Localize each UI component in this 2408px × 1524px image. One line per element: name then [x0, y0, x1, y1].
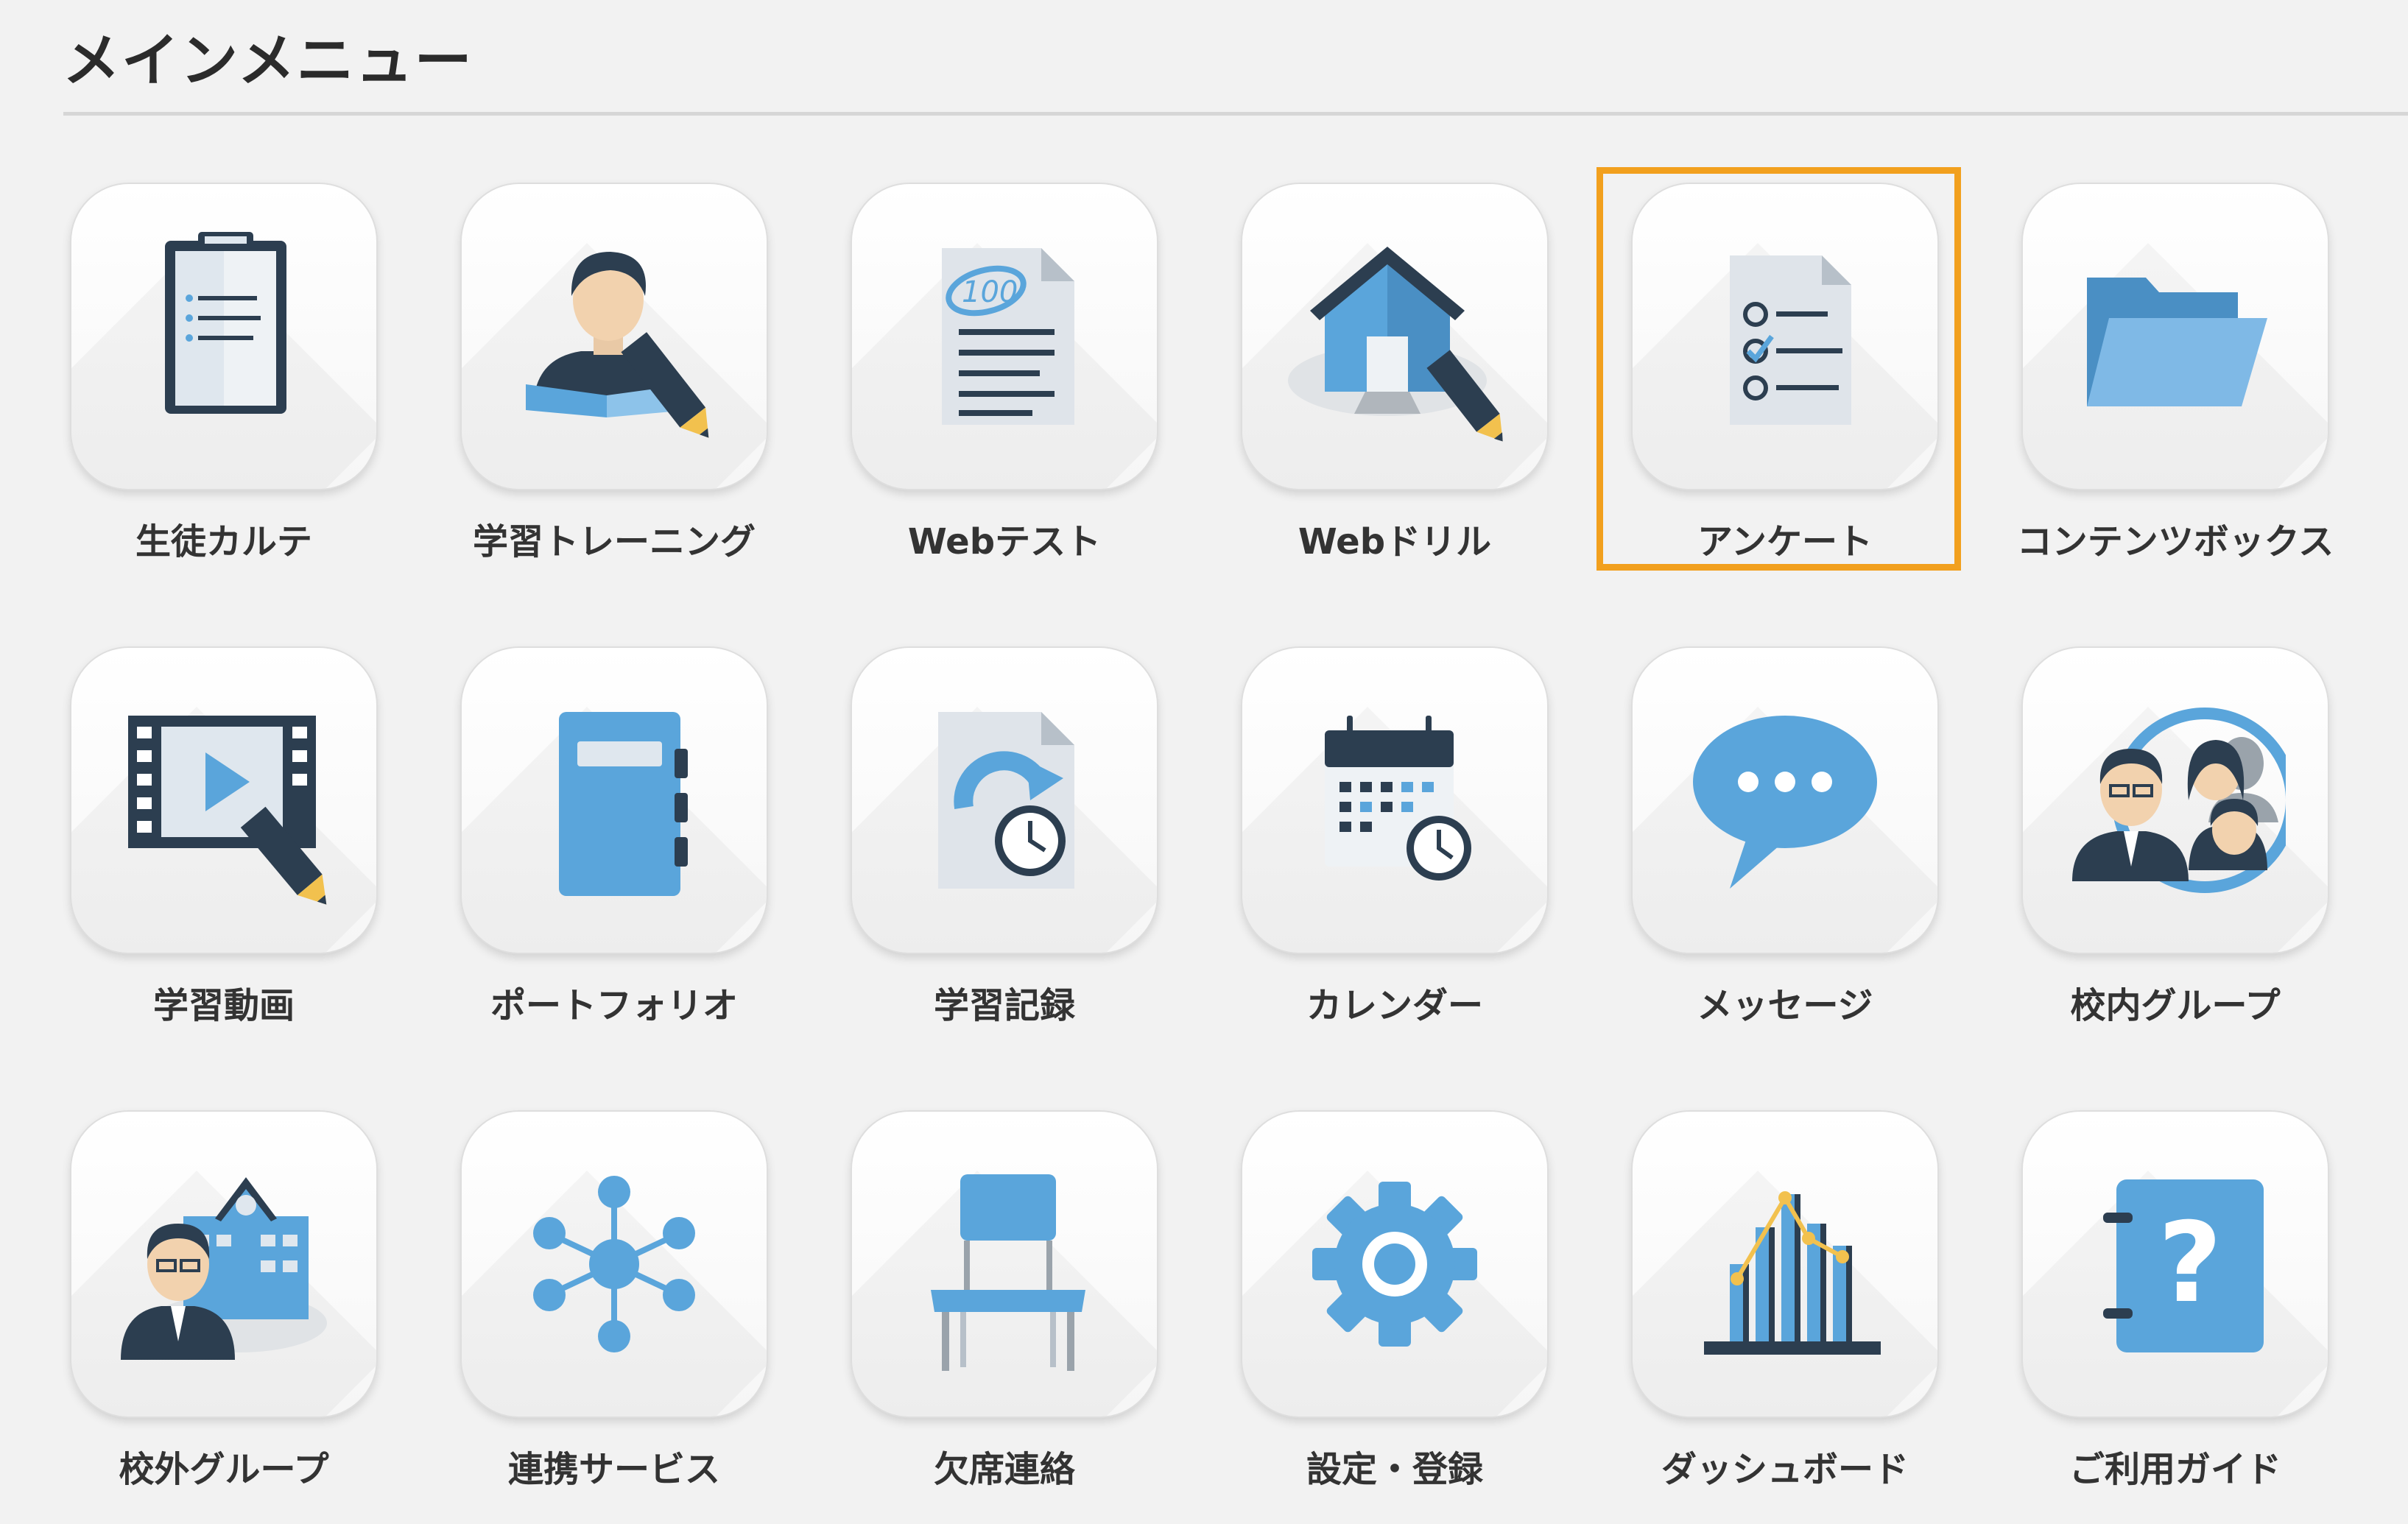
menu-tile[interactable] [1242, 1112, 1547, 1417]
video-film-icon [128, 716, 327, 905]
menu-label: ポートフォリオ [490, 985, 738, 1026]
main-menu-grid: 生徒カルテ 学習トレーニング 100 Webテスト Webドリル アンケート コ… [0, 0, 2408, 1522]
menu-label: 生徒カルテ [135, 521, 312, 562]
menu-item-linked-services[interactable]: 連携サービス [425, 1112, 800, 1524]
menu-item-calendar[interactable]: カレンダー [1205, 648, 1581, 1060]
clipboard-icon [165, 232, 286, 414]
menu-label: メッセージ [1697, 985, 1873, 1026]
menu-label: 欠席連絡 [933, 1449, 1075, 1490]
svg-text:100: 100 [962, 275, 1018, 309]
menu-label: 校内グループ [2070, 985, 2281, 1026]
menu-tile[interactable] [1242, 648, 1547, 953]
test-sheet-icon: 100 [942, 248, 1074, 425]
menu-tile[interactable] [71, 1112, 376, 1417]
menu-tile[interactable] [462, 1112, 767, 1417]
history-document-icon [938, 712, 1074, 889]
help-book-icon: ? [2103, 1179, 2264, 1352]
folder-icon [2087, 278, 2267, 406]
menu-item-learning-record[interactable]: 学習記録 [815, 648, 1191, 1060]
menu-label: Webドリル [1298, 521, 1492, 562]
menu-tile[interactable] [71, 648, 376, 953]
menu-tile[interactable] [2023, 184, 2328, 489]
menu-tile[interactable] [852, 1112, 1157, 1417]
dashboard-chart-icon [1704, 1191, 1881, 1355]
chat-bubble-icon [1693, 716, 1877, 889]
menu-item-school-group[interactable]: 校内グループ [1986, 648, 2362, 1060]
menu-label: 学習動画 [152, 985, 295, 1026]
menu-item-absence-notice[interactable]: 欠席連絡 [815, 1112, 1191, 1524]
home-drill-icon [1288, 247, 1503, 442]
menu-tile[interactable]: ? [2023, 1112, 2328, 1417]
menu-item-settings[interactable]: 設定・登録 [1205, 1112, 1581, 1524]
menu-label: 学習トレーニング [472, 521, 756, 562]
menu-label: カレンダー [1306, 985, 1483, 1026]
notebook-icon [559, 712, 688, 896]
menu-item-learning-training[interactable]: 学習トレーニング [425, 184, 800, 596]
menu-item-user-guide[interactable]: ? ご利用ガイド [1986, 1112, 2362, 1524]
menu-item-learning-video[interactable]: 学習動画 [35, 648, 410, 1060]
menu-item-dashboard[interactable]: ダッシュボード [1596, 1112, 1971, 1524]
gear-icon [1312, 1182, 1477, 1347]
student-reading-icon [526, 252, 709, 438]
menu-item-message[interactable]: メッセージ [1596, 648, 1971, 1060]
survey-checklist-icon [1730, 255, 1851, 425]
menu-item-external-group[interactable]: 校外グループ [35, 1112, 410, 1524]
menu-tile[interactable] [1242, 184, 1547, 489]
menu-label: 設定・登録 [1306, 1449, 1483, 1490]
network-icon [533, 1176, 695, 1352]
menu-tile[interactable] [462, 184, 767, 489]
menu-item-content-box[interactable]: コンテンツボックス [1986, 184, 2362, 596]
menu-tile[interactable] [1633, 184, 1937, 489]
menu-item-portfolio[interactable]: ポートフォリオ [425, 648, 800, 1060]
menu-tile[interactable] [1633, 1112, 1937, 1417]
menu-label: 学習記録 [933, 985, 1075, 1026]
menu-label: Webテスト [907, 521, 1102, 562]
menu-tile[interactable] [852, 648, 1157, 953]
menu-label: ご利用ガイド [2069, 1449, 2281, 1490]
calendar-icon [1325, 716, 1471, 881]
chair-icon [931, 1174, 1085, 1371]
svg-text:?: ? [2158, 1199, 2222, 1327]
menu-tile[interactable] [2023, 648, 2328, 953]
group-people-icon [2072, 708, 2286, 893]
menu-label: コンテンツボックス [2016, 521, 2334, 562]
menu-item-web-test[interactable]: 100 Webテスト [815, 184, 1191, 596]
menu-tile[interactable]: 100 [852, 184, 1157, 489]
menu-item-student-record[interactable]: 生徒カルテ [35, 184, 410, 596]
menu-item-web-drill[interactable]: Webドリル [1205, 184, 1581, 596]
menu-tile[interactable] [71, 184, 376, 489]
school-building-icon [121, 1177, 327, 1360]
menu-tile[interactable] [1633, 648, 1937, 953]
menu-label: ダッシュボード [1661, 1449, 1909, 1490]
menu-label: 連携サービス [507, 1449, 720, 1490]
menu-label: 校外グループ [119, 1449, 329, 1490]
menu-tile[interactable] [462, 648, 767, 953]
